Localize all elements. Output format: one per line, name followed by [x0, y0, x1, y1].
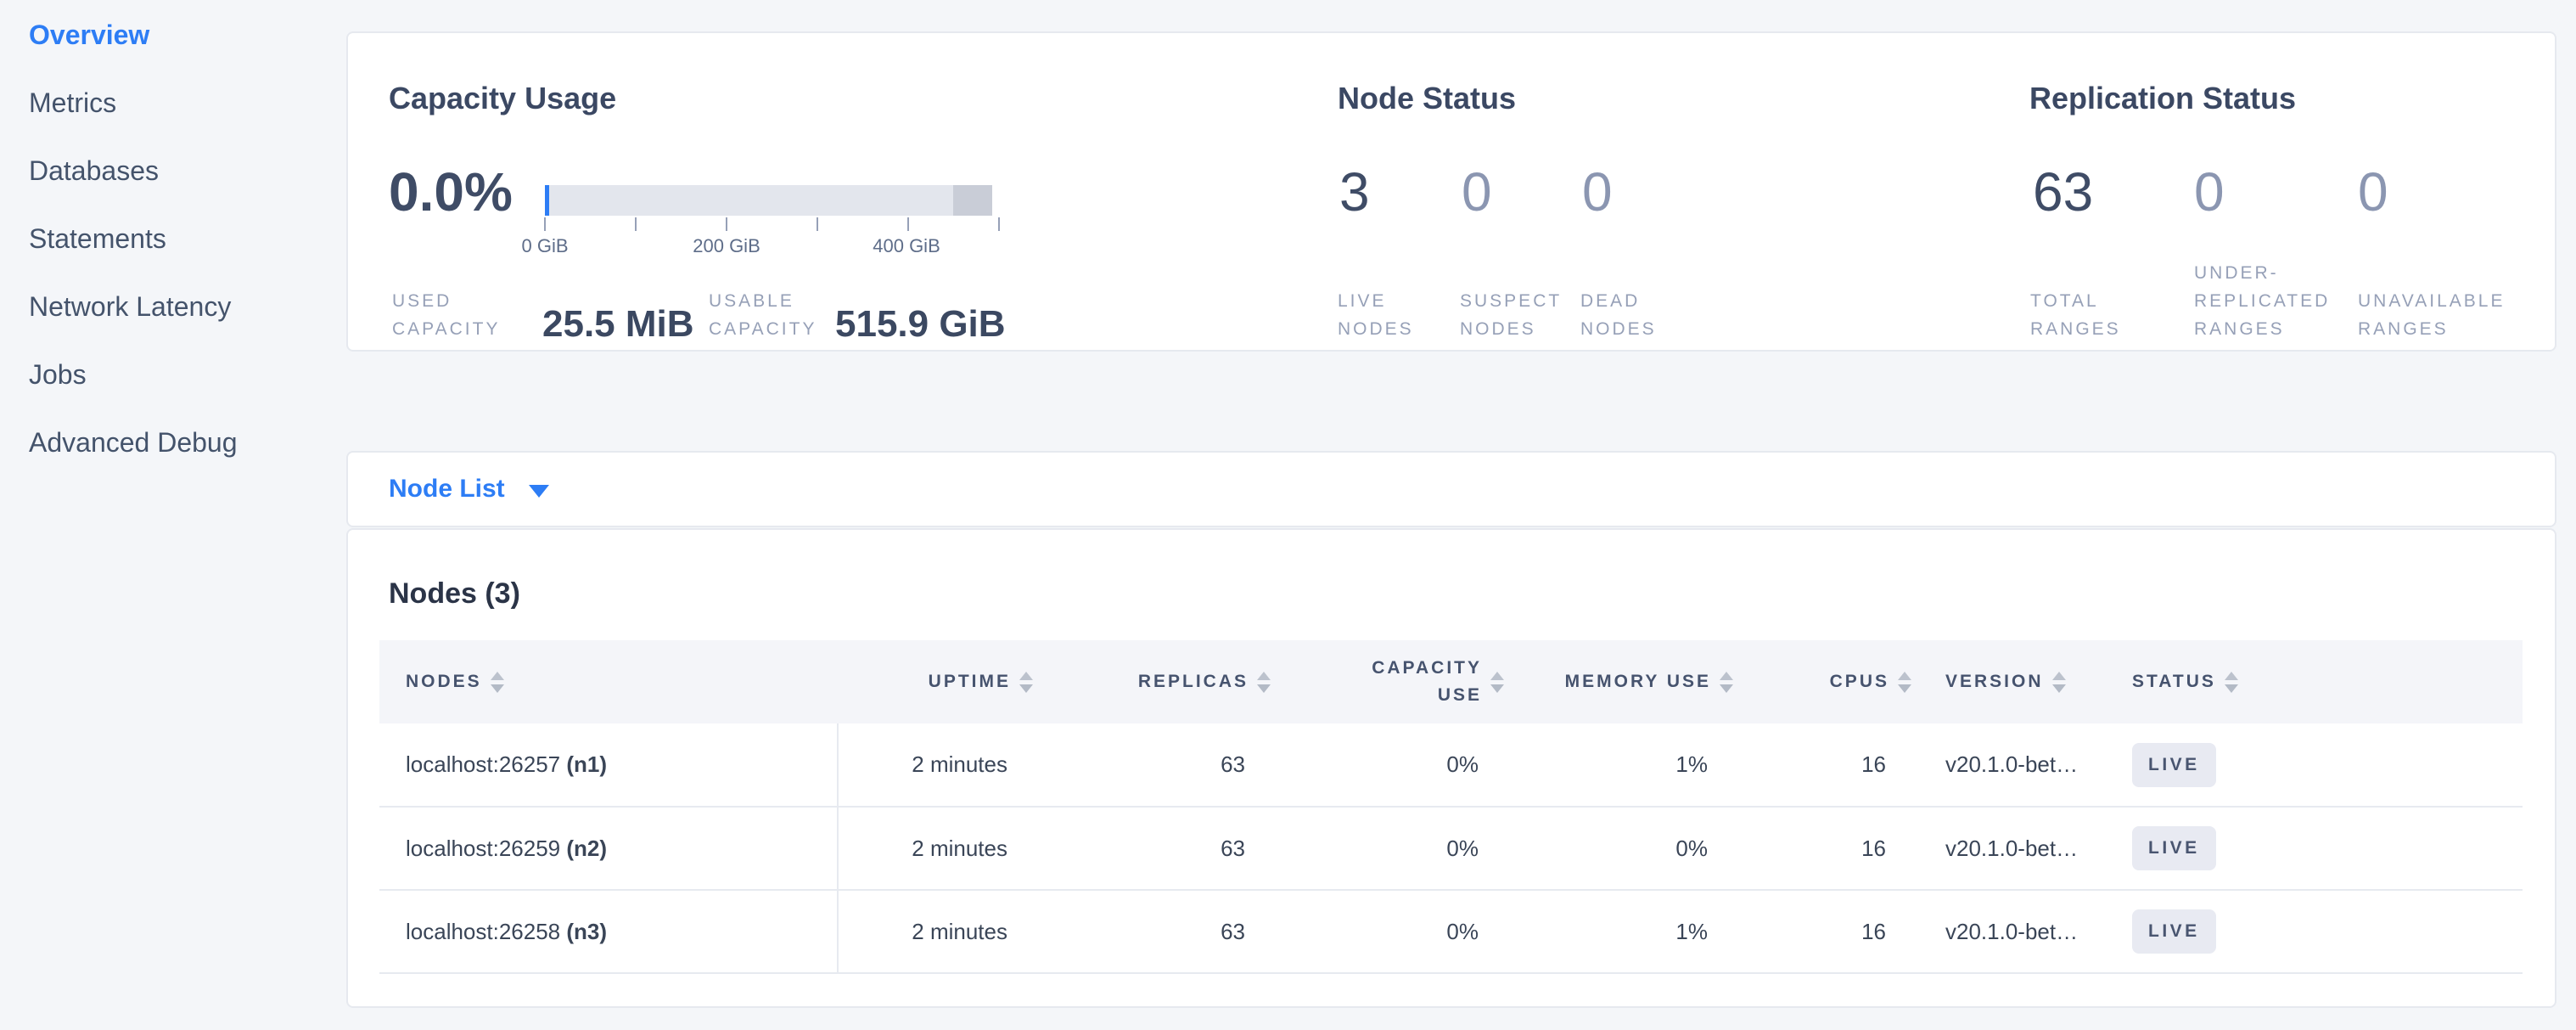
replicas-cell: 63	[1033, 807, 1271, 890]
cpus-cell: 16	[1733, 723, 1911, 807]
cluster-overview-page: Overview Metrics Databases Statements Ne…	[0, 0, 2576, 1030]
node-status-title: Node Status	[1338, 81, 1516, 116]
nodes-panel-heading: Nodes (3)	[389, 577, 520, 611]
sidebar-item-metrics[interactable]: Metrics	[29, 69, 334, 137]
column-header-version[interactable]: VERSION	[1911, 640, 2098, 723]
capacity-axis-label-200: 200 GiB	[693, 235, 760, 257]
sort-icon	[1490, 672, 1504, 693]
uptime-cell: 2 minutes	[838, 890, 1033, 973]
status-badge: LIVE	[2132, 826, 2216, 870]
sort-icon	[1720, 672, 1733, 693]
used-capacity-label: USED CAPACITY	[392, 287, 542, 343]
column-header-replicas[interactable]: REPLICAS	[1033, 640, 1271, 723]
sidebar-nav: Overview Metrics Databases Statements Ne…	[29, 1, 334, 476]
suspect-nodes-count: 0	[1462, 163, 1492, 221]
capacity-axis-tick	[726, 217, 727, 231]
capacity-usage-title: Capacity Usage	[389, 81, 616, 116]
node-address-cell[interactable]: localhost:26259 (n2)	[379, 807, 838, 890]
column-header-uptime[interactable]: UPTIME	[838, 640, 1033, 723]
table-row-node-2[interactable]: localhost:26259 (n2) 2 minutes 63 0% 0% …	[379, 807, 2523, 890]
memory-use-cell: 0%	[1504, 807, 1733, 890]
node-address-cell[interactable]: localhost:26257 (n1)	[379, 723, 838, 807]
status-cell: LIVE	[2098, 723, 2523, 807]
status-cell: LIVE	[2098, 807, 2523, 890]
memory-use-cell: 1%	[1504, 723, 1733, 807]
sidebar-item-overview[interactable]: Overview	[29, 1, 334, 69]
replicas-cell: 63	[1033, 723, 1271, 807]
node-address-cell[interactable]: localhost:26258 (n3)	[379, 890, 838, 973]
usable-capacity-value: 515.9 GiB	[835, 306, 1006, 343]
column-header-status[interactable]: STATUS	[2098, 640, 2523, 723]
capacity-axis-tick	[998, 217, 1000, 231]
chevron-down-icon	[529, 485, 549, 498]
status-badge: LIVE	[2132, 743, 2216, 787]
live-nodes-count: 3	[1339, 163, 1370, 221]
capacity-use-cell: 0%	[1271, 890, 1504, 973]
total-ranges-label: TOTAL RANGES	[2030, 287, 2121, 343]
node-list-dropdown[interactable]: Node List	[348, 453, 2555, 526]
version-cell: v20.1.0-bet…	[1911, 807, 2098, 890]
usable-capacity-metric: USABLE CAPACITY 515.9 GiB	[709, 287, 1006, 343]
table-row-node-1[interactable]: localhost:26257 (n1) 2 minutes 63 0% 1% …	[379, 723, 2523, 807]
replication-status-title: Replication Status	[2029, 81, 2296, 116]
used-capacity-value: 25.5 MiB	[542, 306, 694, 343]
suspect-nodes-label: SUSPECT NODES	[1460, 287, 1562, 343]
version-cell: v20.1.0-bet…	[1911, 723, 2098, 807]
node-list-dropdown-label: Node List	[389, 475, 505, 504]
column-header-capacity-use[interactable]: CAPACITY USE	[1271, 640, 1504, 723]
used-capacity-metric: USED CAPACITY 25.5 MiB	[392, 287, 694, 343]
sort-icon	[1898, 672, 1911, 693]
unavailable-ranges-label: UNAVAILABLE RANGES	[2358, 287, 2505, 343]
capacity-use-cell: 0%	[1271, 723, 1504, 807]
capacity-use-cell: 0%	[1271, 807, 1504, 890]
sidebar-item-jobs[interactable]: Jobs	[29, 341, 334, 408]
capacity-axis-label-0: 0 GiB	[521, 235, 568, 257]
unavailable-ranges-count: 0	[2358, 163, 2388, 221]
sort-icon	[491, 672, 504, 693]
sidebar-item-databases[interactable]: Databases	[29, 137, 334, 205]
live-nodes-label: LIVE NODES	[1338, 287, 1414, 343]
capacity-axis-tick	[817, 217, 818, 231]
sidebar-item-statements[interactable]: Statements	[29, 205, 334, 273]
cluster-summary-card: Capacity Usage 0.0% 0 GiB 200 GiB 400 Gi…	[346, 31, 2556, 352]
column-header-cpus[interactable]: CPUS	[1733, 640, 1911, 723]
total-ranges-count: 63	[2033, 163, 2093, 221]
sort-icon	[2225, 672, 2238, 693]
version-cell: v20.1.0-bet…	[1911, 890, 2098, 973]
under-replicated-ranges-count: 0	[2194, 163, 2225, 221]
status-cell: LIVE	[2098, 890, 2523, 973]
nodes-panel-card: Nodes (3) NODES UPTIME	[346, 528, 2556, 1008]
column-header-memory-use[interactable]: MEMORY USE	[1504, 640, 1733, 723]
cpus-cell: 16	[1733, 890, 1911, 973]
capacity-axis-tick	[907, 217, 909, 231]
uptime-cell: 2 minutes	[838, 723, 1033, 807]
uptime-cell: 2 minutes	[838, 807, 1033, 890]
nodes-table: NODES UPTIME REPLICAS	[379, 640, 2523, 974]
capacity-axis-tick	[544, 217, 546, 231]
under-replicated-ranges-label: UNDER- REPLICATED RANGES	[2194, 259, 2330, 343]
capacity-bar-other-segment	[953, 185, 992, 216]
usable-capacity-label: USABLE CAPACITY	[709, 287, 835, 343]
capacity-usage-bar	[545, 185, 992, 216]
column-header-nodes[interactable]: NODES	[379, 640, 838, 723]
dead-nodes-label: DEAD NODES	[1580, 287, 1657, 343]
capacity-bar-used-segment	[545, 185, 549, 216]
status-badge: LIVE	[2132, 909, 2216, 954]
cpus-cell: 16	[1733, 807, 1911, 890]
nodes-table-header-row: NODES UPTIME REPLICAS	[379, 640, 2523, 723]
sidebar-item-advanced-debug[interactable]: Advanced Debug	[29, 408, 334, 476]
sort-icon	[1257, 672, 1271, 693]
memory-use-cell: 1%	[1504, 890, 1733, 973]
sort-icon	[1019, 672, 1033, 693]
dead-nodes-count: 0	[1582, 163, 1613, 221]
capacity-axis-tick	[635, 217, 637, 231]
table-row-node-3[interactable]: localhost:26258 (n3) 2 minutes 63 0% 1% …	[379, 890, 2523, 973]
view-selector-card: Node List	[346, 451, 2556, 527]
capacity-axis-label-400: 400 GiB	[873, 235, 940, 257]
sort-icon	[2052, 672, 2066, 693]
sidebar-item-network-latency[interactable]: Network Latency	[29, 273, 334, 341]
replicas-cell: 63	[1033, 890, 1271, 973]
capacity-used-percent: 0.0%	[389, 163, 513, 221]
